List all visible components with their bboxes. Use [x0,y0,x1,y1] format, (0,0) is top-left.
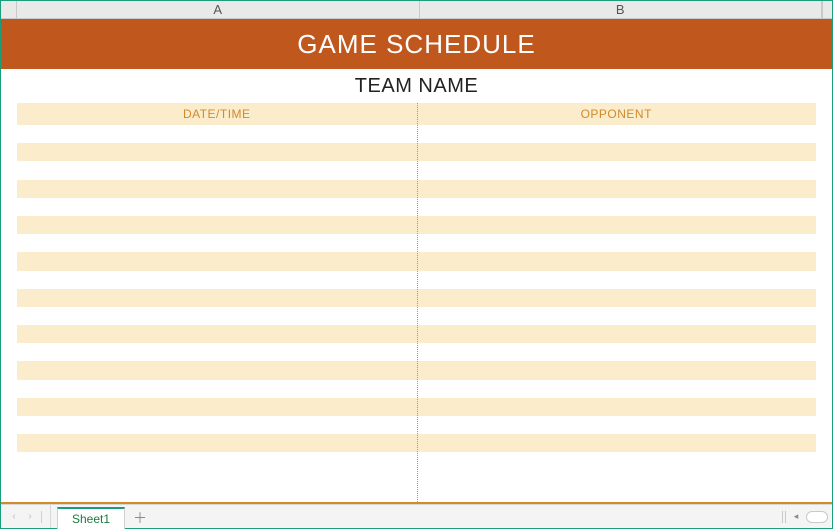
cell-date-time[interactable] [17,143,417,161]
table-row [17,289,816,307]
cell-date-time[interactable] [17,325,417,343]
hscroll-track[interactable] [806,511,828,523]
cell-date-time[interactable] [17,398,417,416]
table-row [17,271,816,289]
table-row [17,198,816,216]
cell-opponent[interactable] [417,271,817,289]
table-row [17,161,816,179]
column-header-row: A B [1,1,832,19]
cell-date-time[interactable] [17,434,417,452]
table-row [17,343,816,361]
nav-next-icon[interactable]: › [23,510,37,524]
table-row [17,234,816,252]
cell-date-time[interactable] [17,234,417,252]
table-row [17,361,816,379]
cell-date-time[interactable] [17,271,417,289]
cell-date-time[interactable] [17,198,417,216]
table-row [17,325,816,343]
cell-date-time[interactable] [17,452,417,470]
nav-separator [41,511,42,523]
cell-opponent[interactable] [417,307,817,325]
cell-opponent[interactable] [417,361,817,379]
cell-date-time[interactable] [17,380,417,398]
horizontal-scroll-region: ◂ [782,505,832,528]
schedule-table-area: DATE/TIME OPPONENT [1,103,832,502]
cell-date-time[interactable] [17,289,417,307]
cell-date-time[interactable] [17,307,417,325]
column-header-A[interactable]: A [17,1,420,18]
cell-opponent[interactable] [417,143,817,161]
cell-opponent[interactable] [417,416,817,434]
cell-date-time[interactable] [17,361,417,379]
subtitle-text: TEAM NAME [355,75,478,98]
cell-opponent[interactable] [417,180,817,198]
cell-date-time[interactable] [17,216,417,234]
tab-sheet1-label: Sheet1 [72,512,110,526]
table-row [17,216,816,234]
cell-opponent[interactable] [417,398,817,416]
add-sheet-button[interactable]: ＋ [129,507,151,529]
sheet-tab-bar: ‹ › Sheet1 ＋ ◂ [1,504,832,528]
table-row [17,143,816,161]
cell-date-time[interactable] [17,125,417,143]
table-row [17,434,816,452]
tabs-group: Sheet1 ＋ [51,505,151,528]
table-row [17,125,816,143]
cell-opponent[interactable] [417,325,817,343]
cell-date-time[interactable] [17,416,417,434]
cell-opponent[interactable] [417,234,817,252]
title-cell[interactable]: GAME SCHEDULE [1,19,832,69]
cell-date-time[interactable] [17,252,417,270]
cell-opponent[interactable] [417,343,817,361]
nav-prev-icon[interactable]: ‹ [7,510,21,524]
cell-opponent[interactable] [417,198,817,216]
sheet-surface[interactable]: GAME SCHEDULE TEAM NAME DATE/TIME OPPONE… [1,19,832,504]
spreadsheet-app: A B GAME SCHEDULE TEAM NAME DATE/TIME OP… [0,0,833,529]
table-row [17,380,816,398]
cell-opponent[interactable] [417,289,817,307]
cell-opponent[interactable] [417,380,817,398]
cell-opponent[interactable] [417,216,817,234]
table-header-row: DATE/TIME OPPONENT [17,103,816,125]
cell-opponent[interactable] [417,434,817,452]
subtitle-cell[interactable]: TEAM NAME [1,69,832,103]
cell-opponent[interactable] [417,452,817,470]
table-row [17,252,816,270]
table-row [17,180,816,198]
table-row [17,416,816,434]
column-gutter-right [822,1,832,18]
tab-sheet1[interactable]: Sheet1 [57,507,125,529]
cell-date-time[interactable] [17,180,417,198]
cell-opponent[interactable] [417,161,817,179]
column-header-B[interactable]: B [420,1,823,18]
plus-icon: ＋ [133,508,147,528]
hscroll-left-icon[interactable]: ◂ [790,511,802,523]
cell-date-time[interactable] [17,343,417,361]
tab-nav-group: ‹ › [1,505,51,528]
cell-opponent[interactable] [417,252,817,270]
table-row [17,307,816,325]
header-opponent[interactable]: OPPONENT [417,103,817,125]
table-row [17,398,816,416]
header-date-time[interactable]: DATE/TIME [17,103,417,125]
corner-gutter[interactable] [1,1,17,18]
cell-opponent[interactable] [417,125,817,143]
hscroll-splitter[interactable] [782,511,786,523]
cell-date-time[interactable] [17,161,417,179]
table-row [17,452,816,470]
title-text: GAME SCHEDULE [297,29,535,60]
schedule-table: DATE/TIME OPPONENT [17,103,816,502]
